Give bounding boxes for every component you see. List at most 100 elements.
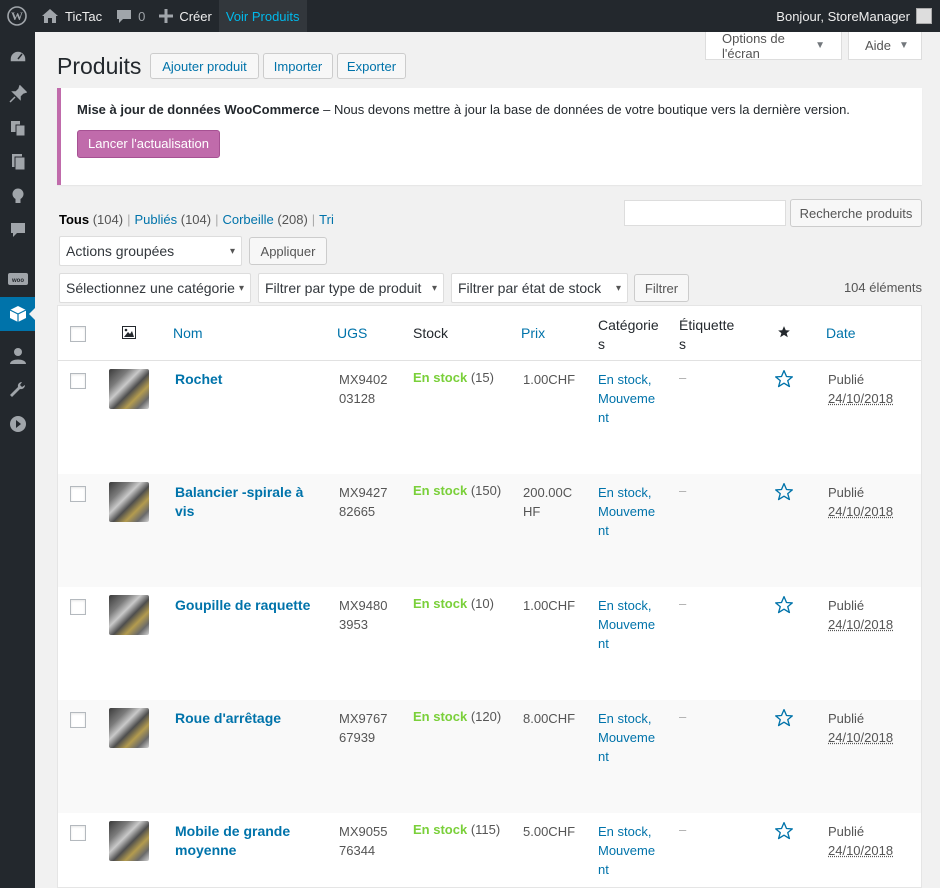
- stock-filter-value: Filtrer par état de stock: [458, 280, 602, 296]
- column-date[interactable]: Date: [826, 325, 856, 341]
- add-product-button[interactable]: Ajouter produit: [150, 53, 259, 79]
- product-date: Publié 24/10/2018: [828, 483, 893, 521]
- product-thumbnail[interactable]: [109, 595, 149, 635]
- notice-text: – Nous devons mettre à jour la base de d…: [319, 102, 850, 117]
- product-name-link[interactable]: Roue d'arrêtage: [175, 709, 323, 728]
- view-trash-link[interactable]: Corbeille: [222, 212, 273, 227]
- publish-date: 24/10/2018: [828, 730, 894, 745]
- stock-status-label: En stock: [413, 822, 468, 837]
- comments-link[interactable]: 0: [109, 0, 152, 32]
- table-row: Mobile de grande moyenne MX905576344 En …: [58, 813, 921, 887]
- page-title: Produits: [57, 53, 142, 79]
- screen-options-tab[interactable]: Options de l'écran ▼: [705, 31, 842, 61]
- media-icon[interactable]: [0, 111, 35, 145]
- product-date: Publié 24/10/2018: [828, 822, 893, 860]
- site-name-link[interactable]: TicTac: [34, 0, 109, 32]
- table-row: Balancier -spirale à vis MX942782665 En …: [58, 474, 921, 587]
- column-price[interactable]: Prix: [521, 325, 545, 341]
- product-price: 1.00CHF: [523, 598, 576, 613]
- featured-star-icon[interactable]: [777, 325, 791, 342]
- view-trash-count: (208): [277, 212, 308, 227]
- wordpress-logo-icon[interactable]: W: [0, 0, 34, 32]
- featured-star-icon[interactable]: [774, 821, 794, 844]
- image-column-icon: [122, 326, 136, 342]
- chevron-down-icon: ▾: [431, 282, 437, 294]
- stock-status-label: En stock: [413, 370, 468, 385]
- export-button[interactable]: Exporter: [337, 53, 406, 79]
- new-content-link[interactable]: Créer: [152, 0, 219, 32]
- bulk-actions-select[interactable]: Actions groupées ▾: [59, 236, 242, 266]
- pin-icon[interactable]: [0, 77, 35, 111]
- woocommerce-icon[interactable]: woo: [0, 263, 35, 297]
- product-thumbnail[interactable]: [109, 482, 149, 522]
- product-categories-link[interactable]: En stock, Mouvement: [598, 596, 660, 653]
- new-content-label: Créer: [179, 8, 212, 24]
- product-type-filter-select[interactable]: Filtrer par type de produit ▾: [258, 273, 444, 303]
- items-count: 104 éléments: [843, 280, 922, 295]
- column-name[interactable]: Nom: [173, 325, 203, 341]
- product-name-link[interactable]: Rochet: [175, 370, 323, 389]
- product-name-link[interactable]: Mobile de grande moyenne: [175, 822, 323, 860]
- product-date: Publié 24/10/2018: [828, 370, 893, 408]
- row-checkbox[interactable]: [70, 712, 86, 728]
- product-tags: –: [679, 483, 687, 498]
- products-icon[interactable]: [0, 297, 35, 331]
- column-categories: Catégories: [598, 317, 659, 352]
- publish-date: 24/10/2018: [828, 843, 894, 858]
- stock-status-label: En stock: [413, 483, 468, 498]
- stock-filter-select[interactable]: Filtrer par état de stock ▾: [451, 273, 628, 303]
- sort-link[interactable]: Tri: [319, 212, 334, 227]
- row-checkbox[interactable]: [70, 373, 86, 389]
- category-filter-select[interactable]: Sélectionnez une catégorie ▾: [59, 273, 251, 303]
- product-name-link[interactable]: Goupille de raquette: [175, 596, 323, 615]
- product-categories-link[interactable]: En stock, Mouvement: [598, 483, 660, 540]
- product-thumbnail[interactable]: [109, 821, 149, 861]
- collapse-menu-icon[interactable]: [0, 407, 35, 441]
- view-published-link[interactable]: Publiés: [134, 212, 177, 227]
- products-table: Nom UGS Stock Prix Catégories Étiquettes…: [57, 305, 922, 888]
- product-name-link[interactable]: Balancier -spirale à vis: [175, 483, 323, 521]
- comments-icon[interactable]: [0, 213, 35, 247]
- pages-icon[interactable]: [0, 145, 35, 179]
- product-thumbnail[interactable]: [109, 708, 149, 748]
- column-sku[interactable]: UGS: [337, 325, 367, 341]
- my-account[interactable]: Bonjour, StoreManager: [776, 8, 940, 24]
- product-categories-link[interactable]: En stock, Mouvement: [598, 822, 660, 879]
- bulk-actions-value: Actions groupées: [66, 243, 175, 259]
- tools-icon[interactable]: [0, 373, 35, 407]
- search-input[interactable]: [624, 200, 786, 226]
- view-products-link[interactable]: Voir Produits: [218, 0, 307, 32]
- table-row: Roue d'arrêtage MX976767939 En stock (12…: [58, 700, 921, 813]
- product-thumbnail[interactable]: [109, 369, 149, 409]
- featured-star-icon[interactable]: [774, 708, 794, 731]
- product-price: 8.00CHF: [523, 711, 576, 726]
- filter-button[interactable]: Filtrer: [634, 274, 689, 302]
- chevron-down-icon: ▾: [229, 245, 235, 257]
- help-tab[interactable]: Aide ▼: [848, 32, 922, 60]
- featured-star-icon[interactable]: [774, 595, 794, 618]
- table-header: Nom UGS Stock Prix Catégories Étiquettes…: [58, 306, 921, 361]
- chevron-down-icon: ▾: [238, 282, 244, 294]
- stock-quantity: (150): [470, 483, 502, 498]
- status-filter-links: Tous (104) | Publiés (104) | Corbeille (208)…: [59, 212, 334, 227]
- product-categories-link[interactable]: En stock, Mouvement: [598, 370, 660, 427]
- category-filter-value: Sélectionnez une catégorie: [66, 280, 235, 296]
- dashboard-icon[interactable]: [0, 41, 35, 75]
- caret-down-icon: ▼: [815, 40, 825, 51]
- row-checkbox[interactable]: [70, 599, 86, 615]
- product-categories-link[interactable]: En stock, Mouvement: [598, 709, 660, 766]
- product-sku: MX940203128: [339, 372, 388, 406]
- select-all-checkbox[interactable]: [70, 326, 86, 342]
- featured-star-icon[interactable]: [774, 482, 794, 505]
- users-icon[interactable]: [0, 339, 35, 373]
- run-update-button[interactable]: Lancer l'actualisation: [77, 130, 220, 158]
- row-checkbox[interactable]: [70, 486, 86, 502]
- featured-star-icon[interactable]: [774, 369, 794, 392]
- product-tags: –: [679, 822, 687, 837]
- apply-button[interactable]: Appliquer: [249, 237, 327, 265]
- lightbulb-icon[interactable]: [0, 179, 35, 213]
- view-all-link[interactable]: Tous: [59, 212, 89, 227]
- import-button[interactable]: Importer: [263, 53, 333, 79]
- row-checkbox[interactable]: [70, 825, 86, 841]
- search-products-button[interactable]: Recherche produits: [790, 199, 922, 227]
